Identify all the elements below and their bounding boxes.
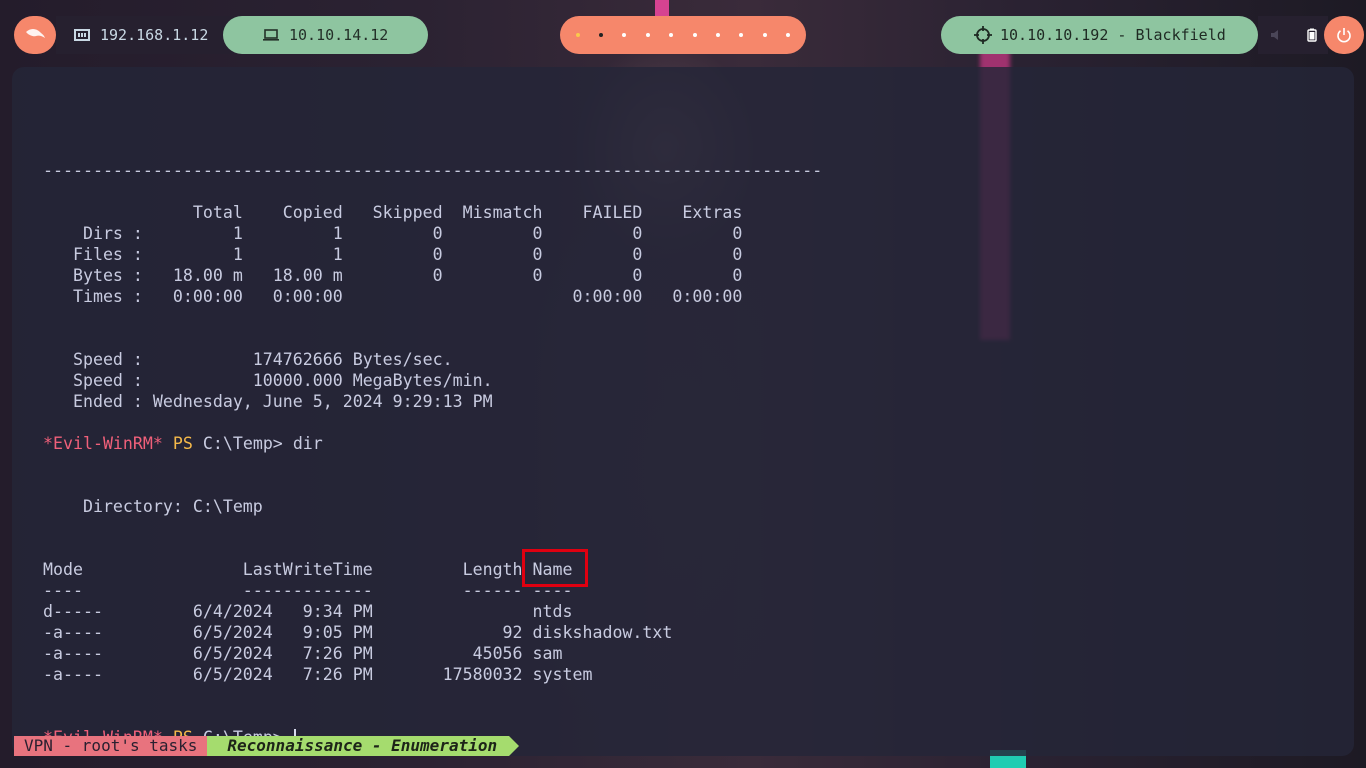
volume-muted-icon[interactable]	[1270, 29, 1284, 41]
network-card-icon	[74, 29, 90, 41]
prompt-line-dir: *Evil-WinRM* PS C:\Temp> dir	[43, 433, 822, 454]
laptop-icon	[263, 29, 279, 41]
speed-mb-line: Speed : 10000.000 MegaBytes/min.	[43, 371, 493, 390]
robocopy-dirs-row: Dirs : 1 1 0 0 0 0	[43, 224, 743, 243]
vpn-ip-indicator[interactable]: 10.10.14.12	[223, 16, 428, 54]
workspace-8[interactable]	[739, 33, 744, 37]
robocopy-summary-header: Total Copied Skipped Mismatch FAILED Ext…	[43, 203, 743, 222]
workspace-7[interactable]	[716, 33, 721, 37]
workspace-10[interactable]	[786, 33, 791, 37]
terminal-output: ----------------------------------------…	[43, 118, 822, 748]
directory-heading: Directory: C:\Temp	[43, 497, 263, 516]
separator-line: ----------------------------------------…	[43, 161, 823, 180]
power-button[interactable]	[1324, 16, 1364, 54]
robocopy-bytes-row: Bytes : 18.00 m 18.00 m 0 0 0 0	[43, 266, 743, 285]
target-indicator[interactable]: 10.10.10.192 - Blackfield	[941, 16, 1258, 54]
listing-row-sam: -a---- 6/5/2024 7:26 PM 45056 sam	[43, 644, 563, 663]
command-text: dir	[292, 434, 323, 453]
listing-row-system: -a---- 6/5/2024 7:26 PM 17580032 system	[43, 665, 593, 684]
ntds-highlight-box	[522, 549, 588, 587]
listing-row-ntds: d----- 6/4/2024 9:34 PM ntds	[43, 602, 573, 621]
session-tab[interactable]: VPN - root's tasks	[14, 736, 218, 756]
terminal-window[interactable]: ----------------------------------------…	[12, 67, 1354, 756]
robocopy-times-row: Times : 0:00:00 0:00:00 0:00:00 0:00:00	[43, 287, 743, 306]
kali-dragon-icon	[26, 29, 45, 38]
workspace-1[interactable]	[575, 33, 580, 37]
battery-icon[interactable]	[1306, 28, 1317, 42]
workspace-2[interactable]	[599, 33, 604, 37]
prompt-path: C:\Temp>	[202, 434, 283, 453]
local-ip-indicator[interactable]: 192.168.1.12	[56, 16, 236, 54]
wallpaper-neon-strip	[655, 0, 669, 16]
prompt-user: *Evil-WinRM*	[43, 434, 163, 453]
workspace-6[interactable]	[692, 33, 697, 37]
workspace-9[interactable]	[762, 33, 767, 37]
listing-header: Mode LastWriteTime Length Name	[43, 560, 573, 579]
launcher-button[interactable]	[14, 16, 56, 54]
workspace-4[interactable]	[645, 33, 650, 37]
ended-line: Ended : Wednesday, June 5, 2024 9:29:13 …	[43, 392, 493, 411]
speed-bytes-line: Speed : 174762666 Bytes/sec.	[43, 350, 453, 369]
window-tab-active[interactable]: Reconnaissance - Enumeration	[207, 736, 519, 756]
listing-row-diskshadow: -a---- 6/5/2024 9:05 PM 92 diskshadow.tx…	[43, 623, 673, 642]
workspace-3[interactable]	[622, 33, 627, 37]
power-icon	[1337, 28, 1351, 43]
vpn-ip-text: 10.10.14.12	[289, 26, 389, 44]
tmux-status-bar: VPN - root's tasks Reconnaissance - Enum…	[14, 736, 519, 756]
target-text: 10.10.10.192 - Blackfield	[1000, 26, 1226, 44]
workspace-switcher[interactable]	[560, 16, 806, 54]
workspace-5[interactable]	[669, 33, 674, 37]
crosshair-icon	[974, 26, 992, 44]
system-tray	[1258, 16, 1328, 54]
listing-separator: ---- ------------- ------ ----	[43, 581, 573, 600]
prompt-ps: PS	[172, 434, 193, 453]
local-ip-text: 192.168.1.12	[100, 26, 209, 44]
robocopy-files-row: Files : 1 1 0 0 0 0	[43, 245, 743, 264]
